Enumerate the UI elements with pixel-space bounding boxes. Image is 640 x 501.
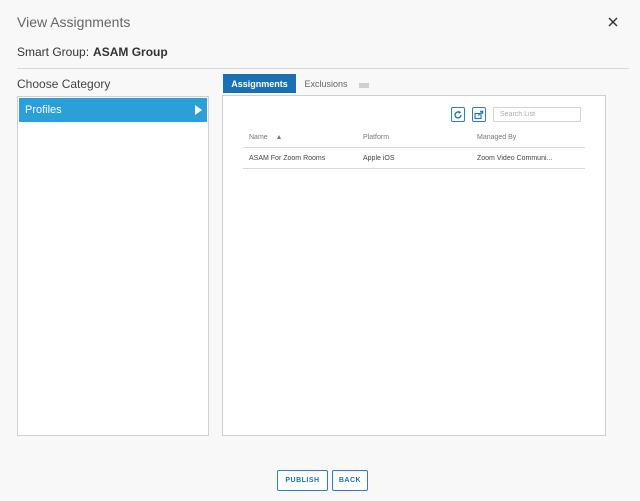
- caret-right-icon: [195, 105, 202, 115]
- tab-exclusions[interactable]: Exclusions: [300, 74, 352, 93]
- header-divider: [17, 68, 629, 69]
- category-item-profiles[interactable]: Profiles: [19, 98, 207, 122]
- column-header-name[interactable]: Name: [249, 127, 281, 147]
- tab-assignments[interactable]: Assignments: [223, 74, 296, 93]
- dialog-title: View Assignments: [17, 14, 131, 30]
- category-item-label: Profiles: [25, 104, 62, 116]
- search-input[interactable]: [493, 107, 581, 122]
- cell-name: ASAM For Zoom Rooms: [249, 154, 326, 162]
- tab-overflow[interactable]: [359, 83, 369, 88]
- choose-category-heading: Choose Category: [17, 77, 111, 91]
- column-header-managed-by[interactable]: Managed By: [477, 127, 516, 147]
- column-header-platform[interactable]: Platform: [363, 127, 389, 147]
- table-row[interactable]: ASAM For Zoom Rooms Apple iOS Zoom Video…: [243, 148, 585, 169]
- back-button[interactable]: BACK: [332, 470, 368, 491]
- cell-platform: Apple iOS: [363, 154, 395, 162]
- close-icon[interactable]: [606, 15, 620, 29]
- refresh-icon: [454, 110, 462, 119]
- publish-button[interactable]: PUBLISH: [277, 470, 328, 491]
- export-button[interactable]: [472, 107, 486, 122]
- category-panel: Profiles: [17, 96, 209, 436]
- sort-ascending-icon: [276, 135, 281, 139]
- smart-group-name: ASAM Group: [93, 45, 168, 59]
- smart-group-label: Smart Group:: [17, 45, 90, 59]
- grid-header: Name Platform Managed By: [243, 127, 585, 148]
- cell-managed-by: Zoom Video Communi...: [477, 154, 553, 162]
- column-header-name-label: Name: [249, 133, 268, 141]
- smart-group-info: Smart Group: ASAM Group: [17, 45, 168, 59]
- refresh-button[interactable]: [451, 107, 465, 122]
- export-icon: [474, 110, 484, 119]
